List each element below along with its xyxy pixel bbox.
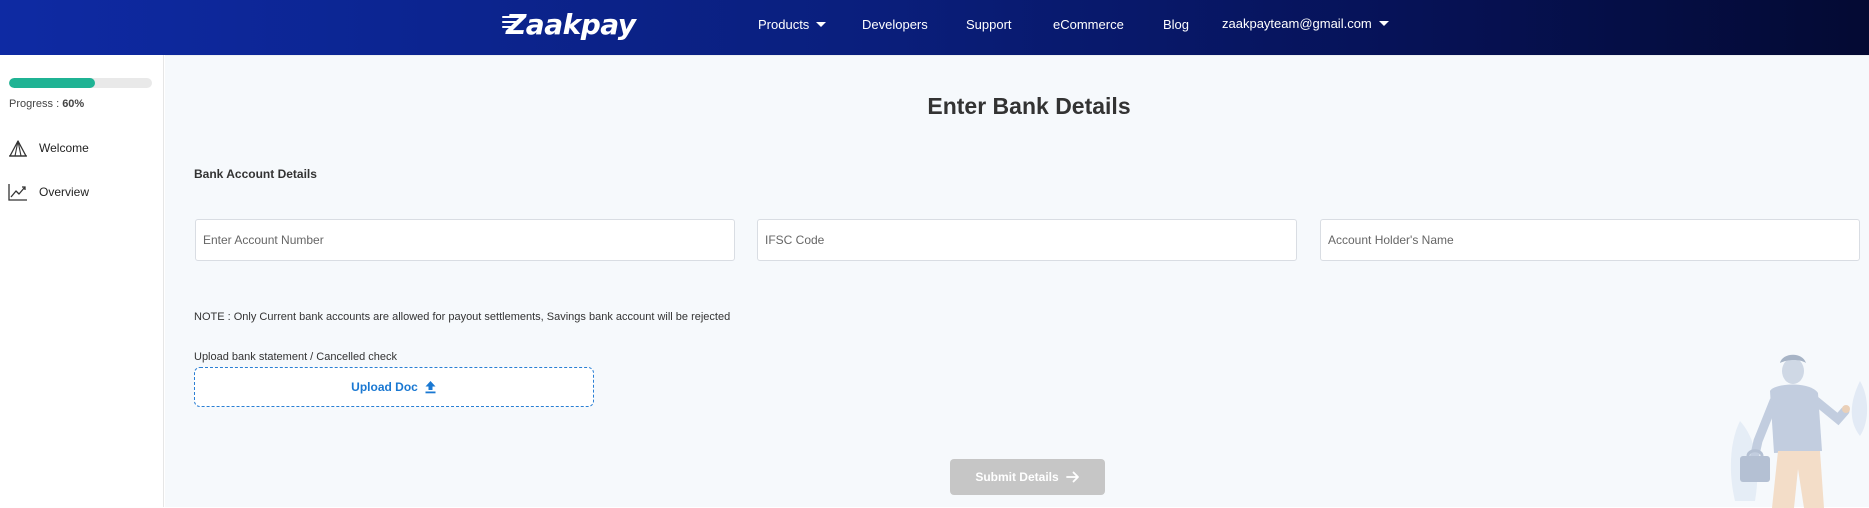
upload-label: Upload bank statement / Cancelled check (194, 351, 398, 363)
progress-bar-fill (9, 78, 95, 88)
nav-products[interactable]: Products (758, 17, 827, 32)
chevron-down-icon (1378, 21, 1389, 27)
account-number-input[interactable] (195, 219, 735, 261)
nav-support[interactable]: Support (966, 17, 1012, 32)
nav-products-label: Products (758, 17, 810, 32)
progress-bar (9, 78, 152, 88)
sidebar-item-welcome[interactable]: Welcome (8, 138, 89, 158)
account-email: zaakpayteam@gmail.com (1222, 16, 1372, 31)
account-holder-name-input[interactable] (1320, 219, 1860, 261)
main-content: Enter Bank Details Bank Account Details … (165, 55, 1869, 508)
progress-text: Progress : 60% (9, 98, 84, 110)
sidebar-item-overview[interactable]: Overview (8, 182, 89, 202)
brand-name: Zaakpay (506, 7, 636, 41)
upload-doc-button[interactable]: Upload Doc (194, 367, 594, 407)
ifsc-code-input[interactable] (757, 219, 1297, 261)
sidebar: Progress : 60% Welcome Overview (0, 55, 164, 507)
arrow-right-icon (1065, 471, 1079, 483)
trend-chart-icon (8, 184, 27, 201)
page-title: Enter Bank Details (927, 93, 1131, 119)
account-menu[interactable]: zaakpayteam@gmail.com (1222, 16, 1389, 31)
nav-developers-label: Developers (862, 17, 928, 32)
sidebar-item-label: Overview (39, 185, 90, 199)
progress-value: 60% (62, 98, 85, 110)
nav-ecommerce-label: eCommerce (1053, 17, 1124, 32)
top-navigation-bar: Zaakpay Products Developers Support eCom… (0, 0, 1869, 55)
nav-blog-label: Blog (1163, 17, 1190, 32)
nav-developers[interactable]: Developers (862, 17, 928, 32)
zaakpay-logo[interactable]: Zaakpay (502, 6, 636, 42)
settlement-note: NOTE : Only Current bank accounts are al… (194, 311, 731, 323)
tent-icon (9, 140, 27, 157)
nav-ecommerce[interactable]: eCommerce (1053, 17, 1124, 32)
nav-support-label: Support (966, 17, 1012, 32)
submit-details-button[interactable]: Submit Details (950, 459, 1105, 495)
section-heading: Bank Account Details (194, 167, 317, 181)
nav-blog[interactable]: Blog (1163, 17, 1189, 32)
sidebar-item-label: Welcome (39, 141, 89, 155)
upload-arrow-icon (425, 381, 436, 394)
submit-details-label: Submit Details (975, 470, 1059, 484)
chevron-down-icon (816, 22, 827, 28)
progress-label: Progress : (9, 98, 63, 110)
logo-speed-lines (502, 16, 522, 32)
person-illustration (1730, 354, 1868, 508)
upload-doc-label: Upload Doc (351, 380, 418, 394)
